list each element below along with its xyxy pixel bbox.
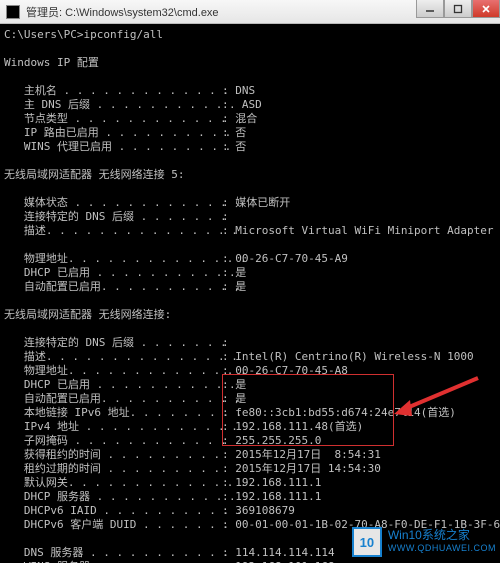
console-kv-line: 描述. . . . . . . . . . . . . . . : Micros… bbox=[4, 224, 500, 238]
console-kv-line: WINS 代理已启用 . . . . . . . . . : 否 bbox=[4, 140, 500, 154]
console-kv-line: 自动配置已启用. . . . . . . . . . . : 是 bbox=[4, 392, 500, 406]
console-line bbox=[4, 238, 500, 252]
console-kv-line: 物理地址. . . . . . . . . . . . . . : 00-26-… bbox=[4, 252, 500, 266]
console-line bbox=[4, 42, 500, 56]
console-kv-line: 主机名 . . . . . . . . . . . . . : DNS bbox=[4, 84, 500, 98]
console-line bbox=[4, 70, 500, 84]
console-kv-line: 媒体状态 . . . . . . . . . . . . : 媒体已断开 bbox=[4, 196, 500, 210]
console-kv-line: 描述. . . . . . . . . . . . . . . : Intel(… bbox=[4, 350, 500, 364]
console-kv-line: DHCP 已启用 . . . . . . . . . . . : 是 bbox=[4, 266, 500, 280]
console-kv-line: IP 路由已启用 . . . . . . . . . . : 否 bbox=[4, 126, 500, 140]
console-kv-line: 自动配置已启用. . . . . . . . . . . : 是 bbox=[4, 280, 500, 294]
cmd-icon bbox=[6, 5, 20, 19]
watermark-text: Win10系统之家 WWW.QDHUAWEI.COM bbox=[388, 529, 496, 555]
console-kv-line: DHCPv6 IAID . . . . . . . . . . . : 3691… bbox=[4, 504, 500, 518]
console-line bbox=[4, 294, 500, 308]
cmd-window: 管理员: C:\Windows\system32\cmd.exe C:\User… bbox=[0, 0, 500, 563]
console-line bbox=[4, 182, 500, 196]
watermark-line1: Win10系统之家 bbox=[388, 529, 496, 542]
watermark-logo: 10 bbox=[352, 527, 382, 557]
console-line: 无线局域网适配器 无线网络连接: bbox=[4, 308, 500, 322]
console-kv-line: DHCP 服务器 . . . . . . . . . . . : 192.168… bbox=[4, 490, 500, 504]
console-line: C:\Users\PC>ipconfig/all bbox=[4, 28, 500, 42]
console-kv-line: 物理地址. . . . . . . . . . . . . . : 00-26-… bbox=[4, 364, 500, 378]
maximize-button[interactable] bbox=[444, 0, 472, 18]
console-kv-line: 节点类型 . . . . . . . . . . . . : 混合 bbox=[4, 112, 500, 126]
console-kv-line: IPv4 地址 . . . . . . . . . . . . : 192.16… bbox=[4, 420, 500, 434]
console-kv-line: 默认网关. . . . . . . . . . . . . . : 192.16… bbox=[4, 476, 500, 490]
console-kv-line: 连接特定的 DNS 后缀 . . . . . . . : bbox=[4, 336, 500, 350]
minimize-button[interactable] bbox=[416, 0, 444, 18]
titlebar[interactable]: 管理员: C:\Windows\system32\cmd.exe bbox=[0, 0, 500, 24]
console-kv-line: 连接特定的 DNS 后缀 . . . . . . . : bbox=[4, 210, 500, 224]
window-title: 管理员: C:\Windows\system32\cmd.exe bbox=[26, 4, 219, 20]
console-output[interactable]: C:\Users\PC>ipconfig/all Windows IP 配置 主机… bbox=[0, 24, 500, 563]
console-line bbox=[4, 154, 500, 168]
window-buttons bbox=[416, 0, 500, 18]
console-line: 无线局域网适配器 无线网络连接 5: bbox=[4, 168, 500, 182]
console-kv-line: 子网掩码 . . . . . . . . . . . . : 255.255.2… bbox=[4, 434, 500, 448]
close-button[interactable] bbox=[472, 0, 500, 18]
console-kv-line: 主 DNS 后缀 . . . . . . . . . . . : ASD bbox=[4, 98, 500, 112]
console-kv-line: 租约过期的时间 . . . . . . . . . : 2015年12月17日 … bbox=[4, 462, 500, 476]
watermark: 10 Win10系统之家 WWW.QDHUAWEI.COM bbox=[352, 527, 496, 557]
console-kv-line: 获得租约的时间 . . . . . . . . . : 2015年12月17日 … bbox=[4, 448, 500, 462]
console-line: Windows IP 配置 bbox=[4, 56, 500, 70]
console-kv-line: 本地链接 IPv6 地址. . . . . . . . . : fe80::3c… bbox=[4, 406, 500, 420]
watermark-line2: WWW.QDHUAWEI.COM bbox=[388, 542, 496, 555]
console-kv-line: DHCP 已启用 . . . . . . . . . . . : 是 bbox=[4, 378, 500, 392]
console-line bbox=[4, 322, 500, 336]
